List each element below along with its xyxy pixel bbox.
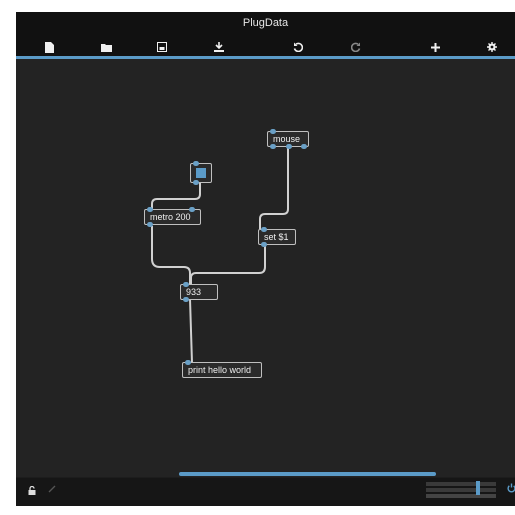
volume-slider-knob[interactable] (476, 481, 480, 495)
mouse-outlet-1[interactable] (270, 144, 276, 149)
wire-set-to-number (190, 245, 266, 284)
print-object-label: print hello world (188, 365, 252, 375)
wire-metro-to-number (151, 226, 191, 284)
number-box-value: 933 (186, 287, 202, 297)
title-bar: PlugData (16, 12, 515, 34)
plugdata-window: PlugData mouse metro 200 set $1 933 prin… (16, 12, 515, 506)
set-message-label: set $1 (264, 232, 289, 242)
add-object-icon[interactable] (426, 38, 444, 56)
toggle-inlet[interactable] (193, 161, 199, 166)
number-outlet[interactable] (183, 297, 189, 302)
toggle-on-indicator (196, 168, 206, 178)
wire-number-to-print (189, 298, 193, 364)
mouse-outlet-3[interactable] (301, 144, 307, 149)
wire-mouse-to-set (259, 145, 289, 229)
set-inlet[interactable] (261, 227, 267, 232)
patch-connections (151, 145, 289, 364)
lock-icon[interactable] (28, 485, 36, 497)
level-meter-right (426, 488, 496, 492)
open-folder-icon[interactable] (97, 38, 115, 56)
number-box[interactable]: 933 (180, 282, 218, 302)
number-inlet[interactable] (183, 282, 189, 287)
mouse-outlet-2[interactable] (286, 144, 292, 149)
power-icon[interactable] (507, 483, 515, 496)
mouse-object-label: mouse (273, 134, 301, 144)
toggle-object[interactable] (190, 161, 212, 185)
mouse-object[interactable]: mouse (267, 129, 309, 149)
print-inlet[interactable] (185, 360, 191, 365)
save-as-icon[interactable] (210, 38, 228, 56)
set-outlet[interactable] (261, 242, 267, 247)
set-message-object[interactable]: set $1 (258, 227, 296, 247)
redo-icon[interactable] (347, 38, 365, 56)
horizontal-scrollbar[interactable] (179, 472, 436, 476)
settings-gear-icon[interactable] (483, 38, 501, 56)
metro-inlet-right[interactable] (189, 207, 195, 212)
metro-object-label: metro 200 (150, 212, 191, 222)
undo-icon[interactable] (289, 38, 307, 56)
metro-object[interactable]: metro 200 (144, 207, 201, 227)
metro-outlet[interactable] (147, 222, 153, 227)
new-file-icon[interactable] (40, 38, 58, 56)
window-title: PlugData (242, 17, 289, 29)
patch-canvas[interactable]: mouse metro 200 set $1 933 print hello w… (16, 59, 515, 477)
print-object[interactable]: print hello world (182, 360, 262, 378)
metro-inlet-left[interactable] (147, 207, 153, 212)
level-meter-left (426, 482, 496, 486)
toggle-outlet[interactable] (193, 180, 199, 185)
pencil-icon[interactable] (48, 485, 56, 495)
volume-slider-track[interactable] (426, 494, 496, 498)
status-bar (16, 478, 515, 506)
save-icon[interactable] (153, 38, 171, 56)
mouse-inlet[interactable] (270, 129, 276, 134)
